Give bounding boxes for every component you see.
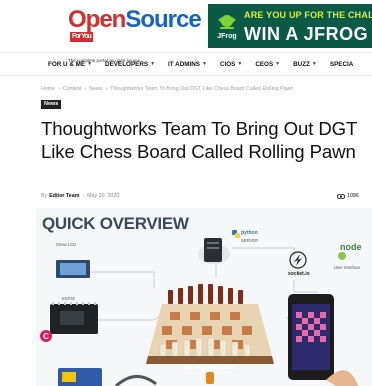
logo-badge: For You — [70, 32, 93, 42]
chevron-down-icon: ▼ — [311, 61, 317, 67]
cable-icon — [114, 372, 214, 386]
logo-open: Open — [68, 6, 126, 33]
nav-label: FOR U & ME — [48, 60, 86, 68]
chess-board-illustration — [146, 284, 274, 364]
breadcrumb-news[interactable]: News — [89, 86, 102, 92]
nav-item-ceos[interactable]: CEOS ▼ — [255, 61, 280, 68]
breadcrumb-content[interactable]: Content — [63, 86, 82, 92]
nav-label: CEOS — [255, 60, 274, 68]
meta-separator: - — [82, 193, 85, 199]
chevron-down-icon: ▼ — [87, 61, 93, 67]
label-socketio: socket.io — [288, 271, 310, 277]
nav-label: BUZZ — [293, 60, 310, 68]
nav-item-buzz[interactable]: BUZZ ▼ — [293, 61, 317, 68]
chevron-down-icon: ▼ — [237, 61, 243, 67]
nav-label: CIOS — [219, 60, 236, 68]
jfrog-brand-text: JFrog — [217, 33, 236, 40]
eye-icon — [337, 193, 345, 199]
nav-item-it-admins[interactable]: IT ADMINS ▼ — [168, 61, 207, 68]
label-server: SERVER — [241, 238, 259, 243]
nav-item-special[interactable]: SPECIA — [330, 61, 353, 68]
svg-text:node: node — [340, 242, 362, 252]
svg-text:C: C — [43, 332, 49, 341]
label-board-caption: ROLLING PAWNS CHESS — [186, 365, 237, 370]
socketio-logo-icon — [289, 251, 307, 269]
nav-item-developers[interactable]: DEVELOPERS ▼ — [105, 61, 155, 68]
c-language-icon: C — [40, 330, 52, 342]
view-count: 1096 — [337, 193, 359, 199]
nav-item-for-u-and-me[interactable]: FOR U & ME ▼ — [48, 61, 92, 68]
esp32-board-icon — [50, 302, 98, 334]
lcd-module-icon — [56, 260, 90, 278]
chevron-down-icon: ▼ — [202, 61, 207, 67]
jfrog-logo-icon: JFrog — [217, 15, 237, 40]
chevron-down-icon: ▼ — [150, 61, 156, 67]
chevron-down-icon: ▼ — [275, 61, 281, 67]
main-nav: FOR U & ME ▼ DEVELOPERS ▼ IT ADMINS ▼ CIOS ▼… — [0, 52, 372, 76]
nav-label: DEVELOPERS — [105, 60, 149, 68]
logo-wordmark: OpenSource For You — [68, 6, 202, 56]
nav-item-cios[interactable]: CIOS ▼ — [220, 61, 242, 68]
label-snow-lcd: Snow LCD — [56, 242, 77, 247]
category-badge[interactable]: News — [41, 100, 62, 109]
logo-source: Source — [125, 6, 201, 33]
python-logo-icon — [232, 230, 240, 238]
breadcrumb-separator-icon: › — [84, 86, 87, 92]
label-user-interface: User Interface — [334, 265, 361, 270]
site-header: OpenSourceFor You The complete portal on… — [0, 0, 372, 64]
article-title: Thoughtworks Team To Bring Out DGT Like … — [41, 118, 357, 162]
ad-headline: ARE YOU UP FOR THE CHALLENGE? — [244, 10, 372, 20]
nav-label: SPECIA — [329, 60, 354, 68]
overview-diagram: C node — [40, 230, 362, 386]
site-logo[interactable]: OpenSourceFor You The complete portal on… — [68, 8, 202, 64]
publish-date: May 20, 2020 — [87, 193, 120, 199]
author-link[interactable]: Editor Team — [49, 193, 79, 199]
server-cloud-icon — [198, 238, 230, 264]
ad-banner[interactable]: JFrog ARE YOU UP FOR THE CHALLENGE? WIN … — [208, 4, 372, 48]
label-python: python — [241, 230, 258, 236]
breadcrumb-separator-icon: › — [58, 86, 60, 92]
phone-app-illustration — [288, 294, 358, 386]
nodejs-logo-icon: node — [338, 242, 362, 260]
breadcrumb-home[interactable]: Home — [41, 86, 55, 92]
breadcrumb-separator-icon: › — [105, 86, 108, 92]
nav-label: IT ADMINS — [168, 60, 200, 68]
byline-prefix: By — [41, 193, 48, 199]
article-hero-image[interactable]: QUICK OVERVIEW C node Snow LCD ESP32 pyt… — [36, 208, 372, 386]
ad-subheadline: WIN A JFROG T-S — [244, 24, 372, 44]
breadcrumb: Home › Content › News › Thoughtworks Team T… — [41, 86, 293, 92]
breadboard-icon — [58, 368, 102, 386]
view-count-value: 1096 — [347, 193, 359, 199]
label-esp32: ESP32 — [62, 296, 76, 301]
breadcrumb-current: Thoughtworks Team To Bring Out DGT Like … — [110, 86, 294, 92]
article-meta: By Editor Team - May 20, 2020 — [41, 193, 119, 199]
